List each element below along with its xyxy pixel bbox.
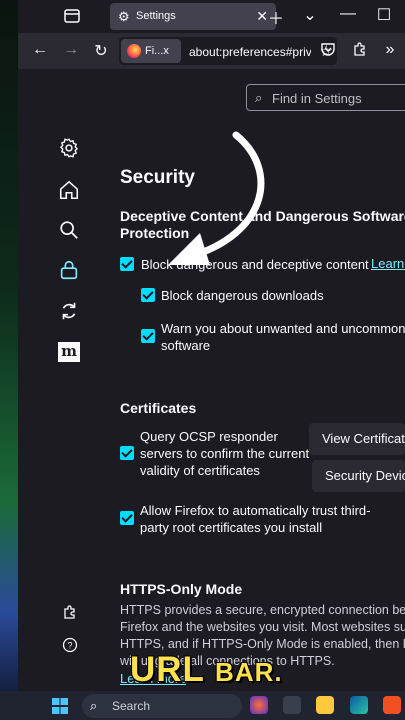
view-certificates-button[interactable]: View Certificates — [309, 423, 405, 455]
https-only-heading: HTTPS-Only Mode — [120, 581, 243, 597]
identity-label: Fi...x — [145, 45, 169, 57]
list-all-tabs-button[interactable]: ⌄ — [300, 5, 320, 25]
https-desc-line1: HTTPS provides a secure, encrypted conne… — [120, 603, 405, 617]
help-icon: ? — [62, 637, 78, 653]
search-input[interactable]: ⌕ Find in Settings — [246, 84, 405, 111]
annotation-arrow — [168, 131, 265, 265]
lock-icon — [60, 260, 78, 280]
windows-start-icon[interactable] — [52, 698, 68, 714]
taskbar-search[interactable]: ⌕ Search — [82, 694, 242, 718]
third-party-line2: party root certificates you install — [140, 520, 323, 535]
pocket-icon — [321, 43, 335, 56]
extensions-themes-link[interactable] — [62, 604, 78, 624]
reload-button[interactable]: ↻ — [91, 41, 111, 61]
tab-strip: ⚙ Settings ✕ ＋ ⌄ — ☐ — [18, 0, 405, 33]
ocsp-label: Query OCSP responder servers to confirm … — [140, 428, 309, 479]
pocket-button[interactable] — [318, 41, 338, 62]
firefox-support-link[interactable]: ? — [62, 637, 78, 657]
warn-unwanted-line2: software — [161, 338, 211, 353]
tab-title: Settings — [136, 10, 176, 22]
block-downloads-label: Block dangerous downloads — [161, 288, 324, 303]
taskbar-app-icon[interactable] — [250, 696, 268, 714]
new-tab-button[interactable]: ＋ — [266, 5, 286, 29]
sync-icon — [62, 302, 76, 320]
gear-icon — [59, 138, 79, 158]
ocsp-line2: servers to confirm the current — [140, 446, 310, 461]
ocsp-checkbox[interactable] — [120, 446, 134, 460]
security-devices-button[interactable]: Security Devices — [312, 460, 405, 492]
warn-unwanted-checkbox[interactable] — [141, 329, 155, 343]
sidebar-item-more-from-mozilla[interactable]: m — [58, 342, 80, 362]
warn-unwanted-label: Warn you about unwanted and uncommon sof… — [161, 320, 405, 354]
windows-taskbar: ⌕ Search — [0, 691, 405, 720]
caption-small: BAR. — [215, 657, 283, 687]
mozilla-icon: m — [61, 342, 77, 360]
caption-big: URL — [130, 650, 205, 689]
url-bar[interactable]: Fi...x about:preferences#privacy ☆ — [119, 37, 337, 65]
block-downloads-checkbox[interactable] — [141, 288, 155, 302]
sidebar-item-sync[interactable] — [58, 300, 82, 324]
search-icon — [60, 221, 78, 239]
third-party-roots-label: Allow Firefox to automatically trust thi… — [140, 502, 402, 536]
extensions-button[interactable] — [350, 41, 370, 62]
overflow-menu-button[interactable]: » — [380, 41, 400, 59]
warn-unwanted-line1: Warn you about unwanted and uncommon — [161, 321, 405, 336]
firefox-view-icon — [64, 9, 80, 23]
sidebar-item-privacy[interactable] — [58, 259, 82, 283]
search-icon: ⌕ — [90, 698, 98, 713]
minimize-button[interactable]: — — [338, 5, 358, 23]
back-button[interactable]: ← — [30, 41, 50, 59]
maximize-button[interactable]: ☐ — [374, 5, 394, 25]
tab-settings[interactable]: ⚙ Settings ✕ — [110, 3, 276, 30]
sidebar-item-search[interactable] — [58, 219, 82, 243]
sidebar-item-general[interactable] — [58, 137, 82, 161]
taskbar-app-icon[interactable] — [283, 696, 301, 714]
firefox-logo-icon — [127, 44, 141, 58]
url-text[interactable]: about:preferences#privacy — [189, 45, 311, 59]
ocsp-line3: validity of certificates — [140, 463, 260, 478]
settings-page: ⌕ Find in Settings m Security Deceptive … — [18, 69, 405, 691]
edge-icon[interactable] — [350, 696, 368, 714]
firefox-view-button[interactable] — [62, 6, 82, 26]
sidebar-item-home[interactable] — [58, 179, 82, 203]
identity-box[interactable]: Fi...x — [121, 39, 181, 63]
puzzle-icon — [64, 605, 75, 619]
certificates-heading: Certificates — [120, 400, 197, 416]
taskbar-search-label: Search — [112, 699, 151, 713]
third-party-line1: Allow Firefox to automatically trust thi… — [140, 503, 371, 518]
learn-more-link[interactable]: Learn m — [371, 256, 405, 271]
ocsp-line1: Query OCSP responder — [140, 429, 278, 444]
forward-button[interactable]: → — [61, 41, 81, 59]
search-icon: ⌕ — [255, 90, 263, 105]
puzzle-icon — [354, 42, 365, 56]
folder-icon[interactable] — [316, 696, 334, 714]
home-icon — [59, 180, 79, 200]
https-desc-line2: Firefox and the websites you visit. Most… — [120, 620, 405, 634]
desktop-background — [0, 0, 18, 720]
svg-text:?: ? — [67, 641, 72, 651]
block-deceptive-checkbox[interactable] — [120, 257, 134, 271]
taskbar-app-icon[interactable] — [383, 696, 401, 714]
navigation-bar: ← → ↻ Fi...x about:preferences#privacy ☆… — [18, 33, 405, 69]
search-placeholder: Find in Settings — [272, 91, 362, 106]
third-party-roots-checkbox[interactable] — [120, 511, 134, 525]
video-caption: URL BAR. — [130, 650, 283, 690]
gear-icon: ⚙ — [118, 9, 130, 24]
